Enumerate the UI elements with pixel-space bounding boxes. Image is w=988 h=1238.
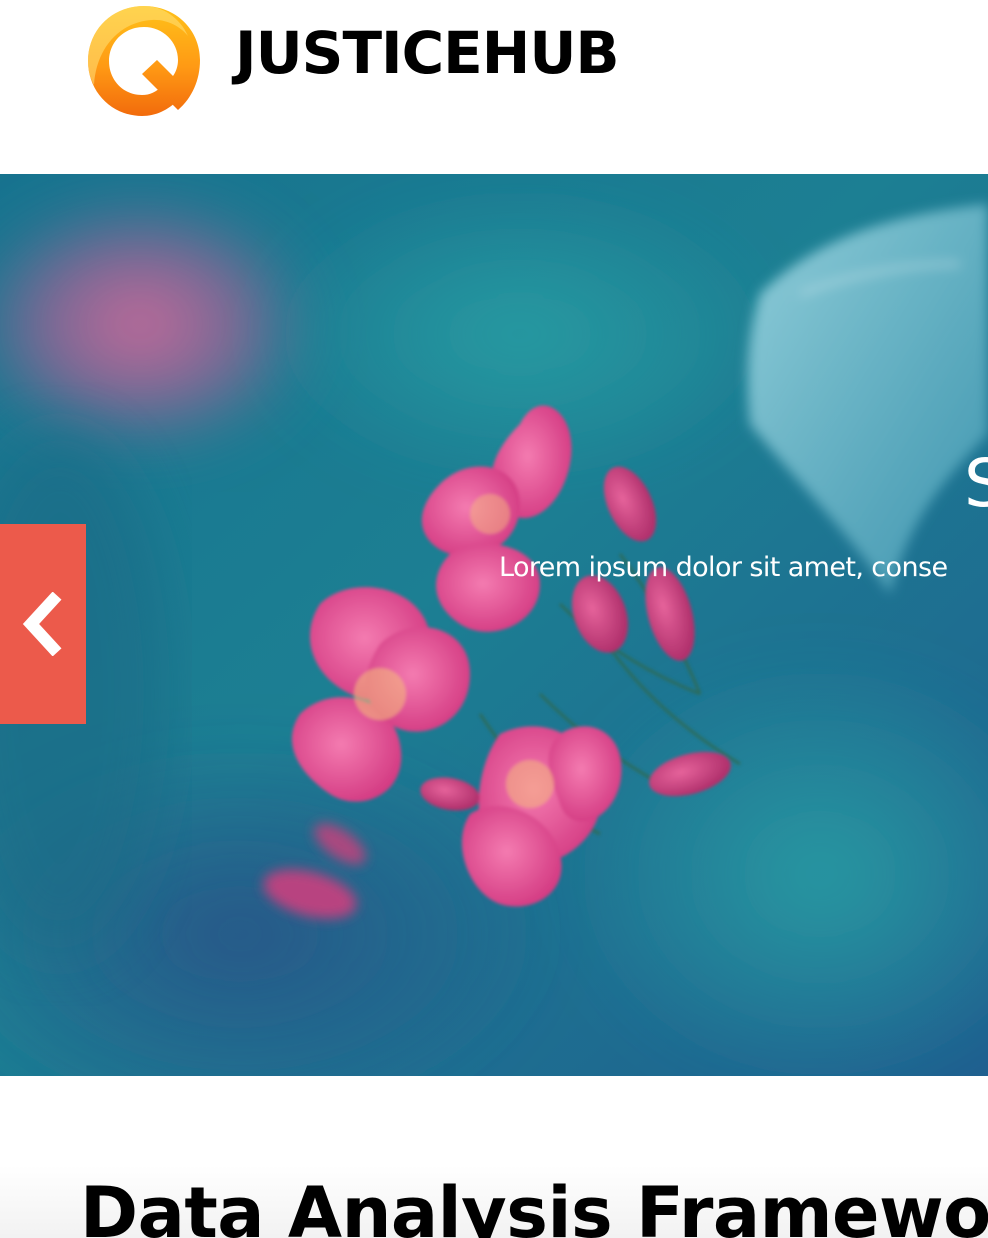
- article-heading: Data Analysis Framework:: [80, 1172, 988, 1238]
- slide-subtitle: Lorem ipsum dolor sit amet, conse: [499, 552, 948, 583]
- content-section: Data Analysis Framework:: [0, 1076, 988, 1238]
- page: JUSTICEHUB S Lorem ipsum dolor sit amet,…: [0, 0, 988, 1238]
- hero-image: [0, 174, 988, 1076]
- justicehub-logo-icon: [88, 6, 200, 116]
- site-header: JUSTICEHUB: [0, 0, 988, 174]
- slider-prev-button[interactable]: [0, 524, 86, 724]
- chevron-left-icon: [22, 592, 62, 656]
- brand-link[interactable]: JUSTICEHUB: [82, 0, 620, 120]
- site-name: JUSTICEHUB: [235, 19, 620, 87]
- hero-slider: S Lorem ipsum dolor sit amet, conse: [0, 174, 988, 1076]
- slide-title: S: [964, 445, 988, 522]
